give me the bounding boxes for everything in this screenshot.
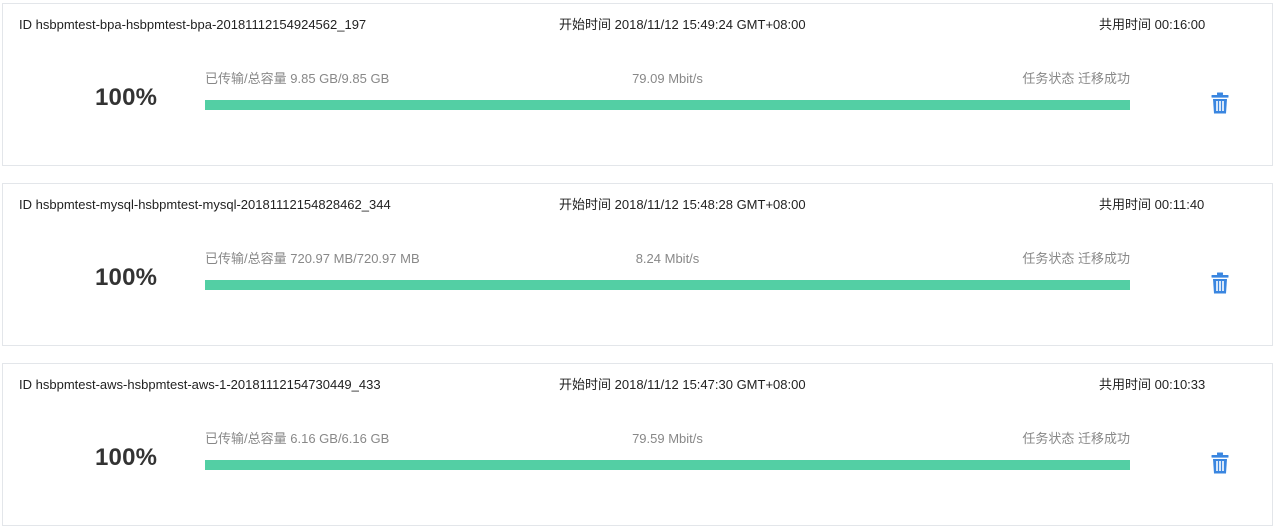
start-time-label: 开始时间 <box>559 197 612 212</box>
task-status: 任务状态 迁移成功 <box>1022 69 1130 89</box>
elapsed-time: 共用时间 00:10:33 <box>1099 375 1205 395</box>
task-card: ID hsbpmtest-bpa-hsbpmtest-bpa-201811121… <box>2 3 1273 166</box>
start-time-label: 开始时间 <box>559 377 612 392</box>
elapsed-time-value: 00:16:00 <box>1154 17 1206 32</box>
task-status-label: 任务状态 <box>1022 71 1075 86</box>
transfer-speed: 79.59 Mbit/s <box>632 431 703 446</box>
start-time: 开始时间 2018/11/12 15:48:28 GMT+08:00 <box>559 195 806 215</box>
elapsed-time-label: 共用时间 <box>1099 377 1152 392</box>
elapsed-time-label: 共用时间 <box>1099 17 1152 32</box>
transfer-speed: 79.09 Mbit/s <box>632 71 703 86</box>
elapsed-time-value: 00:11:40 <box>1154 197 1205 212</box>
task-status-value: 迁移成功 <box>1077 431 1130 446</box>
task-id-value: hsbpmtest-bpa-hsbpmtest-bpa-201811121549… <box>35 17 367 32</box>
trash-icon <box>1211 92 1229 114</box>
task-status-label: 任务状态 <box>1022 251 1075 266</box>
task-id: ID hsbpmtest-bpa-hsbpmtest-bpa-201811121… <box>19 15 366 35</box>
start-time: 开始时间 2018/11/12 15:47:30 GMT+08:00 <box>559 375 806 395</box>
task-id-label: ID <box>19 197 32 212</box>
delete-button[interactable] <box>1208 450 1232 476</box>
task-header: ID hsbpmtest-mysql-hsbpmtest-mysql-20181… <box>3 195 1272 215</box>
task-status: 任务状态 迁移成功 <box>1022 429 1130 449</box>
start-time-value: 2018/11/12 15:48:28 GMT+08:00 <box>614 197 806 212</box>
progress-percent: 100% <box>95 264 158 291</box>
elapsed-time: 共用时间 00:16:00 <box>1099 15 1205 35</box>
progress-bar <box>205 280 1130 290</box>
progress-percent: 100% <box>95 444 158 471</box>
start-time: 开始时间 2018/11/12 15:49:24 GMT+08:00 <box>559 15 806 35</box>
trash-icon <box>1211 452 1229 474</box>
elapsed-time-label: 共用时间 <box>1099 197 1152 212</box>
progress-bar <box>205 460 1130 470</box>
task-id-label: ID <box>19 377 32 392</box>
delete-button[interactable] <box>1208 270 1232 296</box>
progress-bar-fill <box>205 100 1130 110</box>
progress-bar-fill <box>205 280 1130 290</box>
task-header: ID hsbpmtest-bpa-hsbpmtest-bpa-201811121… <box>3 15 1272 35</box>
delete-button[interactable] <box>1208 90 1232 116</box>
progress-percent: 100% <box>95 84 158 111</box>
task-card: ID hsbpmtest-mysql-hsbpmtest-mysql-20181… <box>2 183 1273 346</box>
task-card: ID hsbpmtest-aws-hsbpmtest-aws-1-2018111… <box>2 363 1273 526</box>
start-time-value: 2018/11/12 15:49:24 GMT+08:00 <box>614 17 806 32</box>
progress-bar <box>205 100 1130 110</box>
task-stats: 已传输/总容量 9.85 GB/9.85 GB 79.09 Mbit/s 任务状… <box>205 69 1130 89</box>
elapsed-time-value: 00:10:33 <box>1154 377 1206 392</box>
start-time-value: 2018/11/12 15:47:30 GMT+08:00 <box>614 377 806 392</box>
trash-icon <box>1211 272 1229 294</box>
progress-bar-fill <box>205 460 1130 470</box>
task-status-value: 迁移成功 <box>1077 71 1130 86</box>
task-id-value: hsbpmtest-mysql-hsbpmtest-mysql-20181112… <box>35 197 391 212</box>
start-time-label: 开始时间 <box>559 17 612 32</box>
task-status-label: 任务状态 <box>1022 431 1075 446</box>
task-id: ID hsbpmtest-mysql-hsbpmtest-mysql-20181… <box>19 195 391 215</box>
task-status-value: 迁移成功 <box>1077 251 1130 266</box>
task-stats: 已传输/总容量 6.16 GB/6.16 GB 79.59 Mbit/s 任务状… <box>205 429 1130 449</box>
task-stats: 已传输/总容量 720.97 MB/720.97 MB 8.24 Mbit/s … <box>205 249 1130 269</box>
elapsed-time: 共用时间 00:11:40 <box>1099 195 1204 215</box>
task-header: ID hsbpmtest-aws-hsbpmtest-aws-1-2018111… <box>3 375 1272 395</box>
transfer-speed: 8.24 Mbit/s <box>635 251 700 266</box>
task-id-value: hsbpmtest-aws-hsbpmtest-aws-1-2018111215… <box>35 377 381 392</box>
task-id: ID hsbpmtest-aws-hsbpmtest-aws-1-2018111… <box>19 375 381 395</box>
task-id-label: ID <box>19 17 32 32</box>
task-status: 任务状态 迁移成功 <box>1022 249 1130 269</box>
